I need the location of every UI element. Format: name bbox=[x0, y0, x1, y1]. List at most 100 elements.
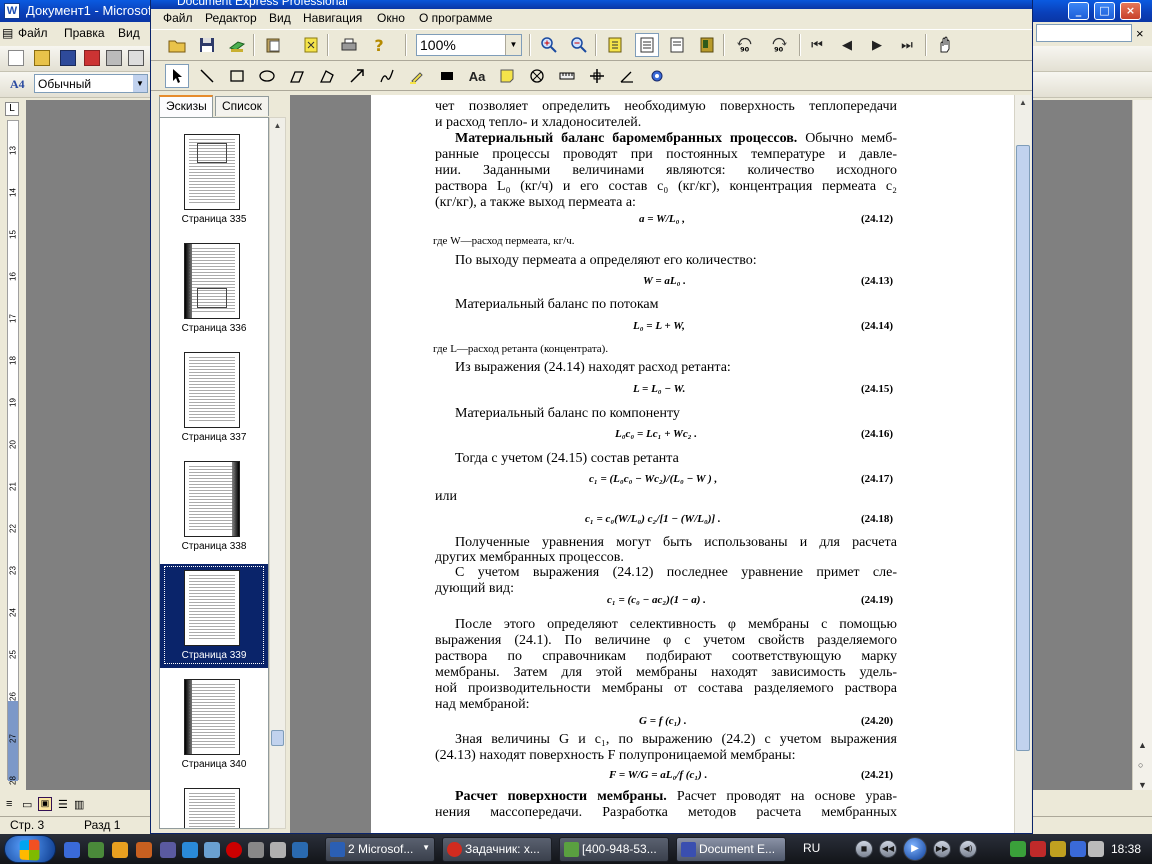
dx-menu-view[interactable]: Вид bbox=[269, 11, 291, 25]
next-page-icon[interactable]: ▶ bbox=[865, 33, 889, 57]
stop-icon[interactable]: ◼ bbox=[855, 840, 873, 858]
word-minimize-button[interactable]: _ bbox=[1068, 2, 1089, 20]
help-icon[interactable]: ? bbox=[367, 33, 391, 57]
print-preview-icon[interactable] bbox=[128, 50, 144, 66]
dx-menu-navigation[interactable]: Навигация bbox=[303, 11, 362, 25]
thumbnail-page-340[interactable]: Страница 340 bbox=[160, 673, 268, 777]
task-opera[interactable]: Задачник: х... bbox=[442, 837, 552, 862]
actual-size-icon[interactable] bbox=[665, 33, 689, 57]
save-icon[interactable] bbox=[195, 33, 219, 57]
scan-icon[interactable] bbox=[225, 33, 249, 57]
polyline-tool-icon[interactable] bbox=[285, 64, 309, 88]
start-button[interactable] bbox=[4, 835, 56, 863]
new-document-icon[interactable] bbox=[8, 50, 24, 66]
style-select[interactable]: Обычный ▼ bbox=[34, 74, 148, 93]
thumbnail-page-339[interactable]: Страница 339 bbox=[160, 564, 268, 668]
styles-icon[interactable]: A4 bbox=[10, 77, 25, 92]
word-menu-file[interactable]: Файл bbox=[18, 26, 48, 40]
thumbnail-page-338[interactable]: Страница 338 bbox=[160, 455, 268, 559]
next-track-icon[interactable]: ▶▶ bbox=[933, 840, 951, 858]
thumbnail-page-next[interactable] bbox=[160, 782, 268, 828]
bookmark-icon[interactable] bbox=[695, 33, 719, 57]
media-player-icon[interactable] bbox=[112, 842, 128, 858]
open-folder-icon[interactable] bbox=[34, 50, 50, 66]
word-menu-view[interactable]: Вид bbox=[118, 26, 140, 40]
stamp-icon[interactable] bbox=[525, 64, 549, 88]
volume-icon[interactable]: ◀) bbox=[959, 840, 977, 858]
filled-rectangle-icon[interactable] bbox=[435, 64, 459, 88]
select-browse-object-icon[interactable]: ○ bbox=[1138, 760, 1143, 770]
settings-icon[interactable] bbox=[645, 64, 669, 88]
sticky-note-icon[interactable] bbox=[495, 64, 519, 88]
tab-list[interactable]: Список bbox=[215, 96, 269, 116]
word-menu-icon[interactable]: ▤ bbox=[2, 26, 13, 40]
viewer-scroll-thumb[interactable] bbox=[1016, 145, 1030, 751]
thumbnail-page-337[interactable]: Страница 337 bbox=[160, 346, 268, 450]
permission-icon[interactable] bbox=[84, 50, 100, 66]
scroll-down-arrow[interactable]: ▼ bbox=[1138, 780, 1147, 790]
web-view-icon[interactable]: ▭ bbox=[22, 798, 32, 811]
print-icon[interactable] bbox=[106, 50, 122, 66]
zoom-in-icon[interactable] bbox=[537, 33, 561, 57]
export-icon[interactable] bbox=[299, 33, 323, 57]
dx-menu-editor[interactable]: Редактор bbox=[205, 11, 257, 25]
quicklaunch-icon[interactable] bbox=[88, 842, 104, 858]
tray-icon[interactable] bbox=[1050, 841, 1066, 857]
previous-page-icon[interactable]: ◀ bbox=[835, 33, 859, 57]
language-indicator[interactable]: RU bbox=[803, 841, 820, 855]
quicklaunch-icon[interactable] bbox=[292, 842, 308, 858]
play-icon[interactable]: ▶ bbox=[903, 837, 927, 861]
task-word[interactable]: 2 Microsof... ▼ bbox=[325, 837, 435, 862]
first-page-icon[interactable]: ⏮ bbox=[805, 33, 829, 57]
word-maximize-button[interactable]: □ bbox=[1094, 2, 1115, 20]
thumbnail-page-336[interactable]: Страница 336 bbox=[160, 237, 268, 341]
dx-menu-window[interactable]: Окно bbox=[377, 11, 405, 25]
opera-icon[interactable] bbox=[226, 842, 242, 858]
print-layout-icon[interactable]: ▣ bbox=[38, 797, 52, 811]
word-help-close-icon[interactable]: × bbox=[1136, 26, 1144, 41]
tray-icon[interactable] bbox=[1010, 841, 1026, 857]
show-desktop-icon[interactable] bbox=[64, 842, 80, 858]
line-tool-icon[interactable] bbox=[195, 64, 219, 88]
tab-thumbnails[interactable]: Эскизы bbox=[159, 95, 213, 117]
network-icon[interactable] bbox=[1070, 841, 1086, 857]
reading-view-icon[interactable]: ▥ bbox=[74, 798, 84, 811]
volume-tray-icon[interactable] bbox=[1088, 841, 1104, 857]
dx-titlebar[interactable]: Document Express Professional bbox=[151, 0, 1032, 9]
scroll-up-arrow[interactable]: ▲ bbox=[1015, 95, 1031, 111]
crosshair-icon[interactable] bbox=[585, 64, 609, 88]
chevron-down-icon[interactable]: ▼ bbox=[505, 35, 521, 55]
print-icon[interactable] bbox=[337, 33, 361, 57]
fit-width-icon[interactable] bbox=[635, 33, 659, 57]
dx-menu-about[interactable]: О программе bbox=[419, 11, 492, 25]
outline-view-icon[interactable]: ☰ bbox=[58, 798, 68, 811]
quicklaunch-icon[interactable] bbox=[204, 842, 220, 858]
thumbnail-scrollbar[interactable]: ▲ bbox=[269, 117, 286, 829]
quicklaunch-icon[interactable] bbox=[248, 842, 264, 858]
ellipse-tool-icon[interactable] bbox=[255, 64, 279, 88]
last-page-icon[interactable]: ⏭ bbox=[895, 33, 919, 57]
word-close-button[interactable]: × bbox=[1120, 2, 1141, 20]
scroll-up-arrow[interactable]: ▲ bbox=[1138, 740, 1147, 750]
clipboard-icon[interactable] bbox=[261, 33, 285, 57]
open-folder-icon[interactable] bbox=[165, 33, 189, 57]
clock[interactable]: 18:38 bbox=[1111, 842, 1141, 856]
viewer-scrollbar[interactable]: ▲ bbox=[1014, 95, 1031, 833]
thumbnail-page-335[interactable]: Страница 335 bbox=[160, 128, 268, 232]
zoom-select[interactable]: 100% ▼ bbox=[416, 34, 522, 56]
internet-explorer-icon[interactable] bbox=[182, 842, 198, 858]
pen-tool-icon[interactable] bbox=[375, 64, 399, 88]
rotate-right-icon[interactable]: 90 bbox=[765, 33, 793, 57]
rectangle-tool-icon[interactable] bbox=[225, 64, 249, 88]
angle-tool-icon[interactable] bbox=[615, 64, 639, 88]
tab-stop-selector[interactable]: L bbox=[5, 102, 19, 116]
polygon-tool-icon[interactable] bbox=[315, 64, 339, 88]
chevron-down-icon[interactable]: ▼ bbox=[133, 75, 147, 92]
arrow-tool-icon[interactable] bbox=[345, 64, 369, 88]
text-tool-icon[interactable]: Aa bbox=[465, 64, 489, 88]
task-notepad[interactable]: [400-948-53... bbox=[559, 837, 669, 862]
previous-track-icon[interactable]: ◀◀ bbox=[879, 840, 897, 858]
task-document-express[interactable]: Document E... bbox=[676, 837, 786, 862]
firefox-icon[interactable] bbox=[136, 842, 152, 858]
scroll-up-arrow[interactable]: ▲ bbox=[270, 118, 285, 133]
